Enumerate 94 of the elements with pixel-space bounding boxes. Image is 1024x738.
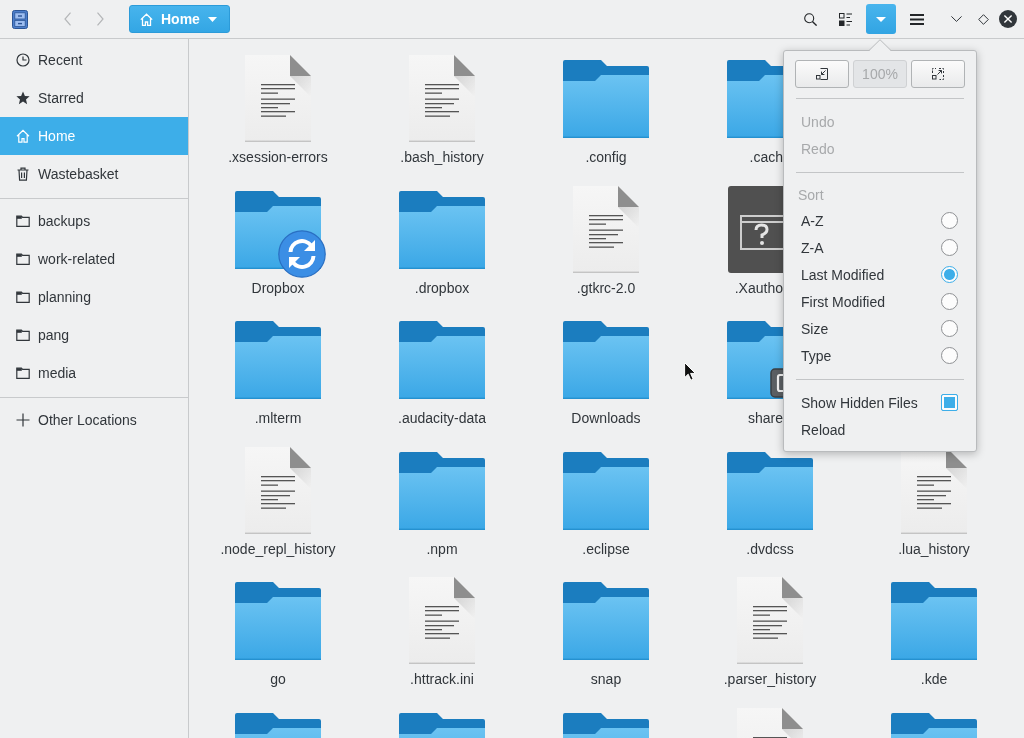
- menu-item[interactable]: Show Hidden Files: [795, 389, 965, 416]
- sidebar-item[interactable]: Recent: [0, 41, 188, 79]
- zoom-in-button[interactable]: [911, 60, 965, 88]
- sidebar-item[interactable]: work-related: [0, 240, 188, 278]
- folder-icon[interactable]: [727, 451, 813, 530]
- folder-icon[interactable]: [399, 321, 485, 399]
- folder-icon[interactable]: [563, 321, 649, 399]
- zoom-out-button[interactable]: [795, 60, 849, 88]
- text-file-icon[interactable]: [409, 55, 475, 142]
- sort-option[interactable]: Type: [795, 342, 965, 369]
- file-name[interactable]: .parser_history: [723, 670, 817, 688]
- folder-icon[interactable]: [235, 582, 321, 660]
- sync-icon: [278, 229, 326, 278]
- folder-icon[interactable]: [563, 60, 649, 138]
- mouse-pointer-icon: [684, 362, 696, 381]
- menu-item[interactable]: Reload: [795, 416, 965, 443]
- shrink-icon: [816, 68, 828, 80]
- file-name[interactable]: .gtkrc-2.0: [576, 278, 636, 297]
- text-file-icon[interactable]: [409, 577, 475, 664]
- radio-button[interactable]: [941, 347, 958, 364]
- folder-icon: [16, 366, 30, 380]
- text-file-icon[interactable]: [245, 55, 311, 142]
- checkbox[interactable]: [941, 394, 958, 411]
- folder-icon: [16, 328, 30, 342]
- sidebar-item[interactable]: Other Locations: [0, 401, 188, 439]
- caret-icon: [876, 16, 886, 22]
- list-view-icon: [838, 12, 852, 26]
- radio-button[interactable]: [941, 266, 958, 283]
- file-name[interactable]: .node_repl_history: [220, 539, 336, 558]
- trash-icon: [16, 167, 30, 181]
- folder-icon: [16, 214, 30, 228]
- sidebar-item[interactable]: Starred: [0, 79, 188, 117]
- text-file-icon[interactable]: [737, 577, 803, 664]
- file-name[interactable]: .xsession-errors: [228, 148, 328, 166]
- search-icon: [803, 12, 817, 26]
- expand-icon: [932, 68, 944, 80]
- caret-icon: [207, 16, 217, 22]
- file-name[interactable]: Downloads: [571, 409, 641, 427]
- diamond-icon: [977, 13, 989, 25]
- file-name[interactable]: .dropbox: [414, 278, 470, 297]
- folder-icon[interactable]: [891, 582, 977, 660]
- folder-icon[interactable]: [563, 451, 649, 530]
- sort-option[interactable]: Size: [795, 315, 965, 342]
- file-name[interactable]: .audacity-data: [398, 409, 486, 427]
- view-menu-button[interactable]: [866, 4, 896, 34]
- text-file-icon[interactable]: [573, 185, 639, 273]
- radio-button[interactable]: [941, 239, 958, 256]
- folder-icon[interactable]: [399, 451, 485, 530]
- home-icon: [140, 12, 153, 26]
- sort-option[interactable]: Z-A: [795, 234, 965, 261]
- folder-icon[interactable]: [399, 190, 485, 269]
- close-button[interactable]: [999, 10, 1017, 28]
- chevron-down-icon: [950, 16, 962, 22]
- folder-icon: [16, 290, 30, 304]
- sidebar-item[interactable]: planning: [0, 278, 188, 316]
- file-cabinet-icon: [12, 9, 28, 29]
- sort-option[interactable]: A-Z: [795, 207, 965, 234]
- file-name[interactable]: .bash_history: [400, 148, 484, 166]
- file-name[interactable]: .dvdcss: [746, 539, 794, 558]
- close-icon: [999, 10, 1017, 28]
- file-name[interactable]: go: [270, 670, 286, 688]
- file-name[interactable]: snap: [590, 670, 622, 688]
- file-name[interactable]: .Xautho: [688, 278, 783, 297]
- file-name[interactable]: .eclipse: [582, 539, 630, 558]
- sidebar-item[interactable]: backups: [0, 202, 188, 240]
- plus-icon: [16, 413, 30, 427]
- sidebar-item[interactable]: Wastebasket: [0, 155, 188, 193]
- radio-button[interactable]: [941, 293, 958, 310]
- folder-icon: [16, 252, 30, 266]
- file-name[interactable]: .mlterm: [254, 409, 302, 427]
- file-name[interactable]: Dropbox: [251, 278, 305, 297]
- sidebar-item[interactable]: media: [0, 354, 188, 392]
- sort-option[interactable]: First Modified: [795, 288, 965, 315]
- file-name[interactable]: .npm: [426, 539, 458, 558]
- file-name[interactable]: .httrack.ini: [410, 670, 474, 688]
- file-name[interactable]: .config: [585, 148, 627, 166]
- radio-button[interactable]: [941, 320, 958, 337]
- file-name[interactable]: .lua_history: [898, 539, 970, 558]
- text-file-icon[interactable]: [245, 446, 311, 534]
- chevron-right-icon: [96, 12, 104, 26]
- sort-option[interactable]: Last Modified: [795, 261, 965, 288]
- menu-icon: [910, 13, 924, 25]
- clock-icon: [16, 53, 30, 67]
- folder-icon[interactable]: [563, 582, 649, 660]
- file-name[interactable]: share: [688, 409, 783, 427]
- menu-heading: Sort: [797, 185, 825, 205]
- radio-button[interactable]: [941, 212, 958, 229]
- sidebar-item[interactable]: pang: [0, 316, 188, 354]
- file-name[interactable]: .kde: [920, 670, 948, 688]
- file-name[interactable]: .cach: [688, 148, 783, 166]
- home-icon: [16, 129, 30, 143]
- chevron-left-icon: [63, 12, 71, 26]
- folder-icon[interactable]: [235, 321, 321, 399]
- star-icon: [16, 91, 30, 105]
